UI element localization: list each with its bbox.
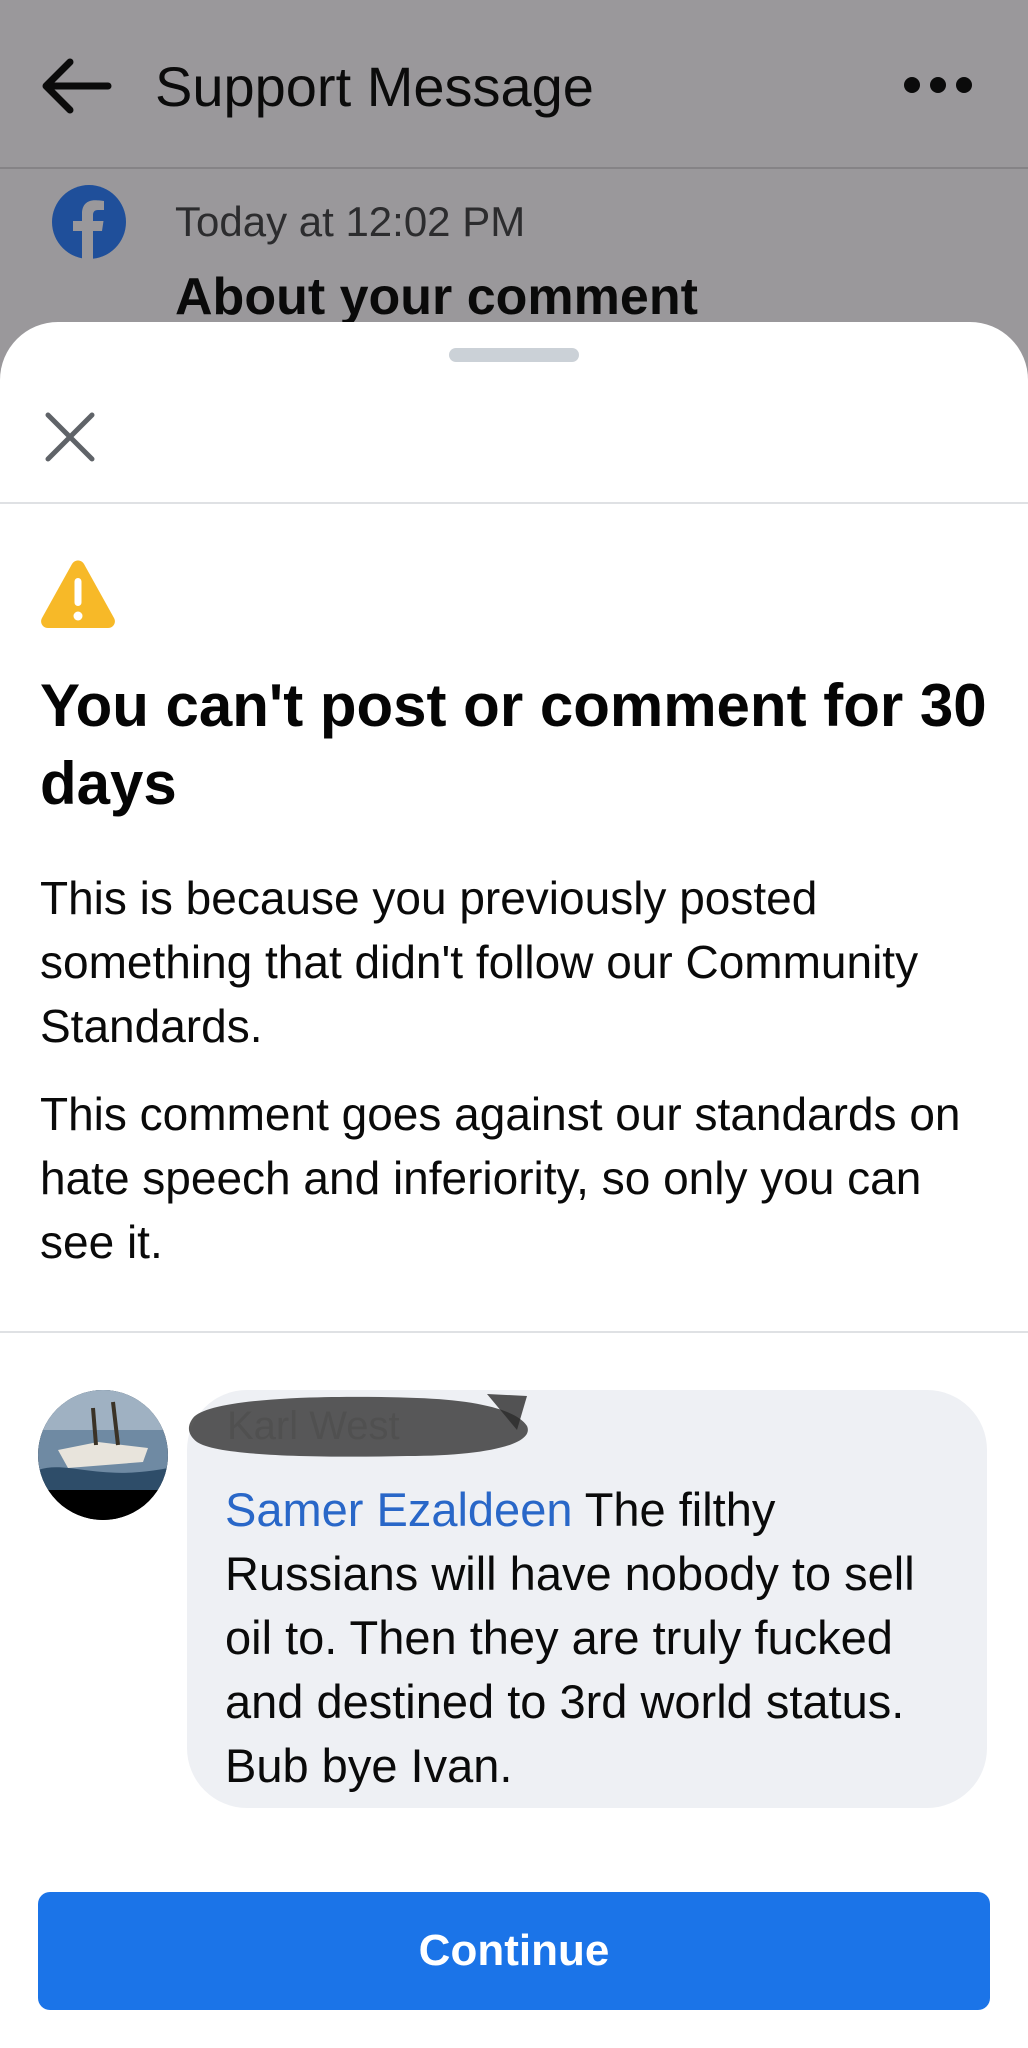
author-name-redacted: Karl West bbox=[187, 1390, 537, 1462]
message-subject: About your comment bbox=[175, 268, 698, 326]
divider bbox=[0, 502, 1028, 504]
comment-mention[interactable]: Samer Ezaldeen bbox=[225, 1483, 572, 1536]
comment-status-paragraph: This comment goes against our standards … bbox=[40, 1088, 961, 1268]
more-options-button[interactable] bbox=[898, 60, 978, 110]
facebook-logo-icon bbox=[52, 185, 126, 259]
back-button[interactable] bbox=[36, 46, 116, 126]
comment-author-name: Karl West bbox=[227, 1404, 400, 1448]
restriction-headline: You can't post or comment for 30 days bbox=[40, 672, 987, 817]
warning-triangle-icon bbox=[40, 558, 116, 628]
arrow-left-icon bbox=[42, 58, 112, 114]
screen: Support Message Today at 12:02 PM About … bbox=[0, 0, 1028, 2048]
divider bbox=[0, 1331, 1028, 1333]
message-header: Today at 12:02 PM About your comment bbox=[0, 169, 1028, 339]
avatar bbox=[38, 1390, 168, 1520]
more-horizontal-icon bbox=[904, 77, 972, 93]
continue-button[interactable]: Continue bbox=[38, 1892, 990, 2010]
restriction-bottom-sheet: You can't post or comment for 30 days Th… bbox=[0, 322, 1028, 2048]
comment-bubble: Karl West Samer Ezaldeen The filthy Russ… bbox=[187, 1390, 987, 1808]
app-bar: Support Message bbox=[0, 0, 1028, 169]
close-icon bbox=[45, 412, 95, 462]
message-timestamp: Today at 12:02 PM bbox=[175, 198, 526, 245]
sheet-drag-handle[interactable] bbox=[449, 348, 579, 362]
comment-text: Samer Ezaldeen The filthy Russians will … bbox=[225, 1478, 945, 1798]
reason-paragraph: This is because you previously posted so… bbox=[40, 872, 919, 1052]
close-button[interactable] bbox=[30, 397, 110, 477]
page-title: Support Message bbox=[155, 55, 594, 118]
